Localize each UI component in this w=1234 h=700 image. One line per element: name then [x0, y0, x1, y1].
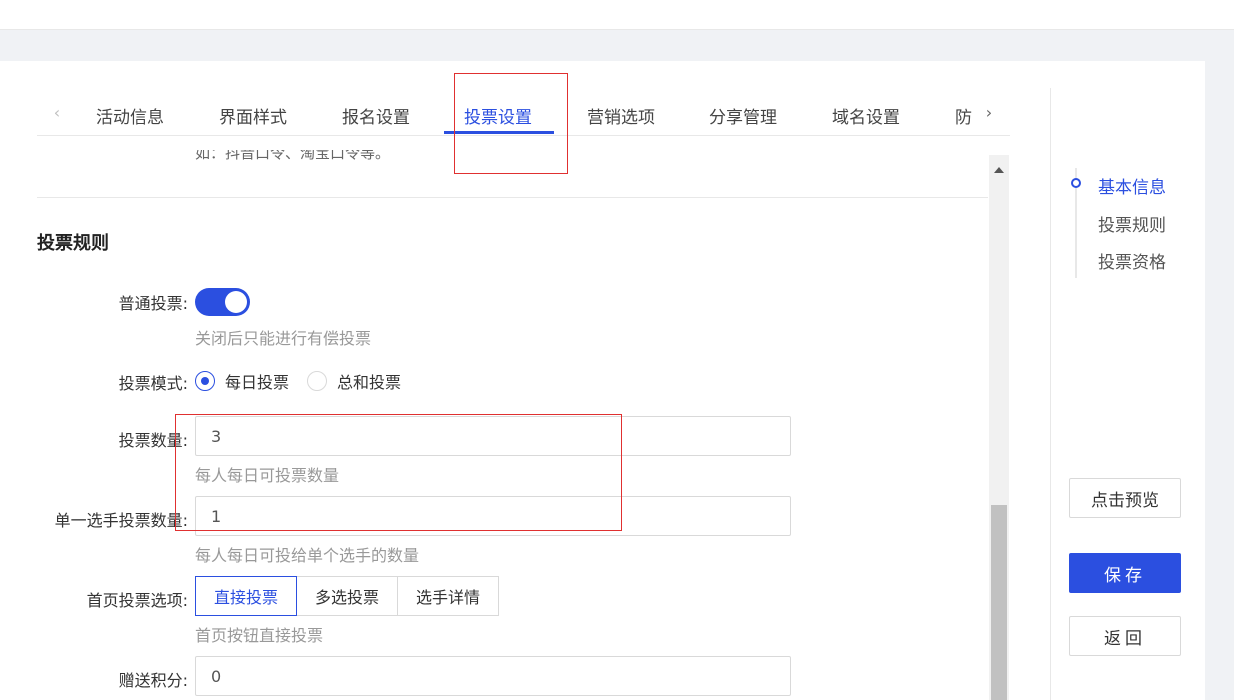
tab-vote-settings[interactable]: 投票设置: [464, 103, 532, 128]
normal-vote-switch[interactable]: [195, 288, 250, 316]
active-tab-indicator: [444, 131, 554, 134]
section-title: 投票规则: [37, 233, 109, 254]
single-vote-count-hint: 每人每日可投给单个选手的数量: [195, 546, 420, 565]
option-direct-vote[interactable]: 直接投票: [195, 576, 298, 616]
normal-vote-hint: 关闭后只能进行有偿投票: [195, 329, 372, 348]
vote-count-label: 投票数量:: [118, 431, 188, 450]
tab-domain-settings[interactable]: 域名设置: [832, 103, 900, 128]
vote-count-input[interactable]: [195, 416, 791, 456]
radio-checked-icon: [195, 371, 215, 391]
single-vote-count-input[interactable]: [195, 496, 791, 536]
tab-marketing-options[interactable]: 营销选项: [587, 103, 655, 128]
preview-button[interactable]: 点击预览: [1069, 478, 1181, 518]
tab-interface-style[interactable]: 界面样式: [219, 103, 287, 128]
tab-anti-fraud[interactable]: 防: [955, 103, 972, 128]
anchor-vote-rules[interactable]: 投票规则: [1098, 211, 1166, 236]
scroll-up-arrow-icon[interactable]: [989, 161, 1009, 173]
radio-unchecked-icon: [307, 371, 328, 391]
radio-total-vote[interactable]: 总和投票: [307, 369, 401, 393]
switch-knob: [225, 291, 247, 313]
normal-vote-label: 普通投票:: [118, 294, 188, 313]
back-button[interactable]: 返回: [1069, 616, 1181, 656]
vote-mode-radio-group: 每日投票 总和投票: [195, 369, 419, 393]
vote-mode-label: 投票模式:: [118, 374, 188, 393]
chevron-left-icon[interactable]: ‹: [47, 103, 67, 122]
radio-label: 每日投票: [225, 373, 290, 392]
gift-points-input[interactable]: [195, 656, 791, 696]
tab-registration-settings[interactable]: 报名设置: [342, 103, 410, 128]
save-button[interactable]: 保存: [1069, 553, 1181, 593]
anchor-active-dot-icon: [1071, 178, 1081, 188]
cut-off-hint-text: 如：抖音口令、淘宝口令等。: [195, 150, 391, 162]
content-scrollbar[interactable]: [989, 155, 1009, 700]
chevron-right-icon[interactable]: ›: [979, 103, 999, 122]
home-vote-option-label: 首页投票选项:: [86, 591, 188, 610]
single-vote-count-label: 单一选手投票数量:: [54, 511, 188, 530]
option-contestant-details[interactable]: 选手详情: [397, 576, 500, 616]
radio-label: 总和投票: [337, 373, 402, 392]
home-vote-option-group: 直接投票 多选投票 选手详情: [195, 576, 500, 616]
option-multi-vote[interactable]: 多选投票: [296, 576, 399, 616]
gift-points-label: 赠送积分:: [118, 671, 188, 690]
top-bar: [0, 0, 1234, 30]
tab-bar: ‹ 活动信息 界面样式 报名设置 投票设置 营销选项 分享管理 域名设置 防 ›: [37, 93, 1010, 136]
anchor-basic-info[interactable]: 基本信息: [1098, 173, 1166, 198]
tab-share-management[interactable]: 分享管理: [709, 103, 777, 128]
sidebar-divider: [1050, 88, 1051, 700]
tab-activity-info[interactable]: 活动信息: [96, 103, 164, 128]
vote-count-hint: 每人每日可投票数量: [195, 466, 340, 485]
radio-daily-vote[interactable]: 每日投票: [195, 369, 289, 393]
anchor-vote-eligibility[interactable]: 投票资格: [1098, 248, 1166, 273]
scroll-thumb[interactable]: [991, 505, 1007, 700]
home-vote-option-hint: 首页按钮直接投票: [195, 626, 324, 645]
section-divider: [37, 197, 988, 198]
